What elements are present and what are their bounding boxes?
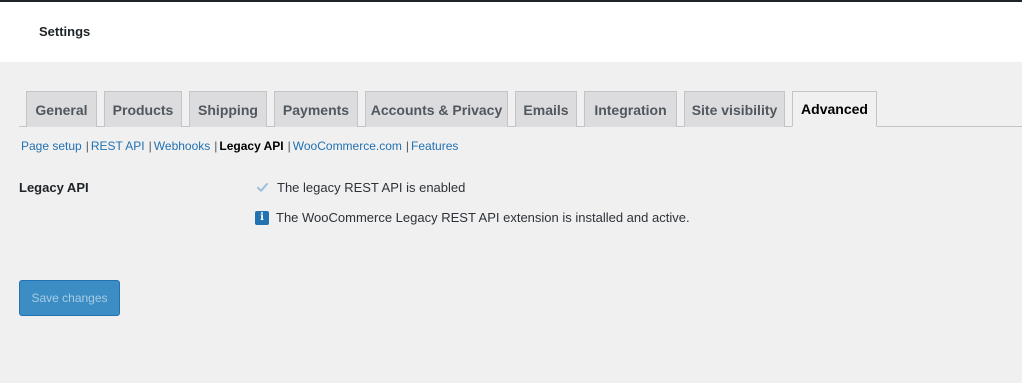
tab-label: Emails [523, 101, 569, 118]
subnav-woocommerce-com[interactable]: WooCommerce.com [293, 139, 402, 153]
tab-site-visibility[interactable]: Site visibility [684, 91, 785, 127]
tab-label: Shipping [198, 101, 258, 118]
tab-label: Site visibility [691, 101, 778, 118]
legacy-api-notice-text: The WooCommerce Legacy REST API extensio… [276, 210, 690, 225]
tab-advanced[interactable]: Advanced [792, 91, 877, 127]
subnav-separator: | [405, 139, 410, 153]
legacy-api-checkbox-label: The legacy REST API is enabled [277, 180, 466, 195]
subnav-separator: | [287, 139, 291, 153]
subnav-separator: | [214, 139, 218, 153]
page-title: Settings [39, 24, 91, 39]
legacy-api-checkbox-row: The legacy REST API is enabled [255, 180, 465, 195]
legacy-api-label: Legacy API [19, 180, 89, 195]
info-icon: i [255, 210, 269, 225]
tab-label: Accounts & Privacy [370, 101, 503, 118]
tab-payments[interactable]: Payments [274, 91, 358, 127]
subnav-page-setup[interactable]: Page setup [21, 139, 82, 153]
subnav-separator: | [85, 139, 89, 153]
advanced-subnav: Page setup | REST API | Webhooks | Legac… [21, 138, 458, 154]
subnav-features[interactable]: Features [411, 139, 458, 153]
subnav-separator: | [148, 139, 152, 153]
tab-shipping[interactable]: Shipping [189, 91, 267, 127]
legacy-api-notice: i The WooCommerce Legacy REST API extens… [255, 210, 690, 225]
subnav-webhooks[interactable]: Webhooks [154, 139, 210, 153]
legacy-api-checkbox[interactable] [255, 181, 269, 195]
subnav-legacy-api: Legacy API [219, 139, 284, 153]
tab-label: Advanced [801, 101, 868, 117]
save-changes-button[interactable]: Save changes [19, 280, 120, 316]
subnav-rest-api[interactable]: REST API [91, 139, 145, 153]
tab-integration[interactable]: Integration [584, 91, 677, 127]
checkmark-icon [256, 183, 268, 192]
tab-emails[interactable]: Emails [515, 91, 577, 127]
tab-products[interactable]: Products [104, 91, 182, 127]
tab-accounts-privacy[interactable]: Accounts & Privacy [365, 91, 508, 127]
tab-label: Payments [282, 101, 350, 118]
tab-label: Products [112, 101, 174, 118]
settings-header: Settings [0, 2, 1022, 62]
tab-label: Integration [594, 101, 667, 118]
tab-general[interactable]: General [26, 91, 97, 127]
tab-label: General [35, 101, 88, 118]
